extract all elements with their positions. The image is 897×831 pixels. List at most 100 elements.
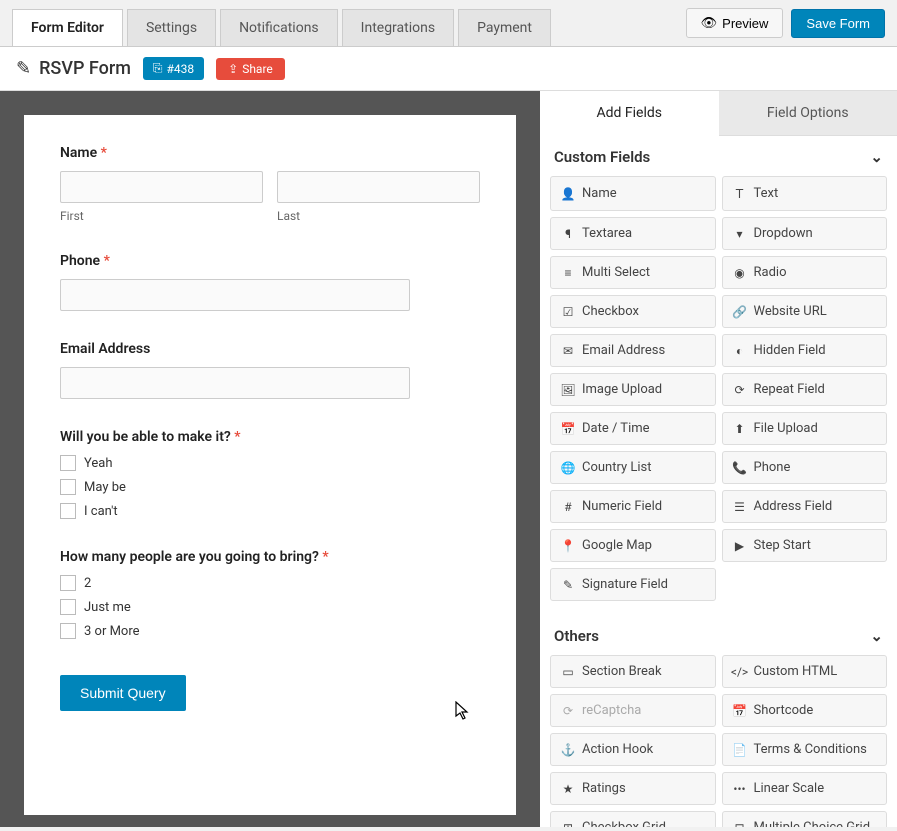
attend-option-0[interactable]: Yeah (60, 455, 480, 471)
repeat-icon: ⟳ (733, 383, 747, 397)
para-icon: ¶ (561, 227, 575, 241)
tab-add-fields[interactable]: Add Fields (540, 91, 719, 136)
star-icon: ★ (561, 782, 575, 796)
fieldbtn-ratings[interactable]: ★Ratings (550, 772, 716, 805)
tab-integrations[interactable]: Integrations (342, 9, 454, 46)
form-id-badge[interactable]: ⎘ #438 (143, 57, 204, 80)
fieldbtn-file-upload[interactable]: ⬆File Upload (722, 412, 888, 445)
fieldbtn-radio[interactable]: ◉Radio (722, 256, 888, 289)
addr-icon: ☰ (733, 500, 747, 514)
section-others[interactable]: Others ⌄ (550, 615, 887, 655)
field-btn-label: Step Start (754, 538, 811, 553)
others-title: Others (554, 627, 599, 645)
fieldbtn-textarea[interactable]: ¶Textarea (550, 217, 716, 250)
globe-icon: 🌐 (561, 461, 575, 475)
preview-button[interactable]: 👁 Preview (686, 8, 784, 38)
fieldbtn-multi-select[interactable]: ≡Multi Select (550, 256, 716, 289)
people-option-0[interactable]: 2 (60, 575, 480, 591)
name-label: Name * (60, 145, 480, 161)
fieldbtn-multiple-choice-grid[interactable]: ⊟ Multiple Choice Grid (722, 811, 888, 827)
right-panel: Add Fields Field Options Custom Fields ⌄… (540, 91, 897, 827)
checkbox-icon (60, 455, 76, 471)
field-btn-label: Text (754, 186, 779, 201)
fieldbtn-name[interactable]: 👤Name (550, 176, 716, 211)
fieldbtn-date-time[interactable]: 📅Date / Time (550, 412, 716, 445)
field-btn-label: Multiple Choice Grid (754, 820, 871, 827)
main-tabs: Form Editor Settings Notifications Integ… (12, 9, 551, 46)
last-sublabel: Last (277, 209, 480, 223)
fieldbtn-checkbox[interactable]: ☑Checkbox (550, 295, 716, 328)
field-btn-label: Email Address (582, 343, 665, 358)
copy-icon: ⎘ (153, 61, 163, 76)
attend-option-1[interactable]: May be (60, 479, 480, 495)
fieldbtn-country-list[interactable]: 🌐Country List (550, 451, 716, 484)
img-icon: 🖼 (561, 383, 575, 397)
tab-payment[interactable]: Payment (458, 9, 551, 46)
people-option-2[interactable]: 3 or More (60, 623, 480, 639)
email-label: Email Address (60, 341, 480, 357)
tab-field-options[interactable]: Field Options (719, 91, 897, 136)
first-name-input[interactable] (60, 171, 263, 203)
field-phone[interactable]: Phone * (60, 253, 480, 311)
panel-content: Custom Fields ⌄ 👤Name Ｔ Text ¶Textarea▾Drop… (540, 136, 897, 827)
right-tabs: Add Fields Field Options (540, 91, 897, 136)
fieldbtn-email-address[interactable]: ✉Email Address (550, 334, 716, 367)
submit-button[interactable]: Submit Query (60, 675, 186, 711)
fieldbtn-text[interactable]: Ｔ Text (722, 176, 888, 211)
fieldbtn-action-hook[interactable]: ⚓Action Hook (550, 733, 716, 766)
field-btn-label: Signature Field (582, 577, 668, 592)
fieldbtn-dropdown[interactable]: ▾Dropdown (722, 217, 888, 250)
tab-settings[interactable]: Settings (127, 9, 216, 46)
fieldbtn-phone[interactable]: 📞Phone (722, 451, 888, 484)
fieldbtn-numeric-field[interactable]: #Numeric Field (550, 490, 716, 523)
fieldbtn-checkbox-grid[interactable]: ⊞Checkbox Grid (550, 811, 716, 827)
text-icon: Ｔ (733, 185, 747, 202)
section-custom-fields[interactable]: Custom Fields ⌄ (550, 136, 887, 176)
fieldbtn-linear-scale[interactable]: •••Linear Scale (722, 772, 888, 805)
field-email[interactable]: Email Address (60, 341, 480, 399)
caret-icon: ▾ (733, 227, 747, 241)
link-icon: 🔗 (733, 305, 747, 319)
field-people[interactable]: How many people are you going to bring? … (60, 549, 480, 639)
fieldbtn-repeat-field[interactable]: ⟳Repeat Field (722, 373, 888, 406)
tab-form-editor[interactable]: Form Editor (12, 9, 123, 46)
checkbox-icon (60, 623, 76, 639)
fieldbtn-website-url[interactable]: 🔗 Website URL (722, 295, 888, 328)
fieldbtn-recaptcha: ⟳reCaptcha (550, 694, 716, 727)
fieldbtn-custom-html[interactable]: </>Custom HTML (722, 655, 888, 688)
field-name[interactable]: Name * First Last (60, 145, 480, 223)
pencil-icon[interactable]: ✎ (16, 58, 31, 79)
field-attend[interactable]: Will you be able to make it? * Yeah May … (60, 429, 480, 519)
last-name-input[interactable] (277, 171, 480, 203)
fieldbtn-address-field[interactable]: ☰Address Field (722, 490, 888, 523)
phone-input[interactable] (60, 279, 410, 311)
people-option-1[interactable]: Just me (60, 599, 480, 615)
form-canvas[interactable]: Name * First Last Phone * Email A (24, 115, 516, 815)
fieldbtn-hidden-field[interactable]: ◐Hidden Field (722, 334, 888, 367)
email-input[interactable] (60, 367, 410, 399)
mgrid-icon: ⊟ (733, 821, 747, 828)
fieldbtn-google-map[interactable]: 📍Google Map (550, 529, 716, 562)
attend-option-2[interactable]: I can't (60, 503, 480, 519)
fieldbtn-shortcode[interactable]: 📅Shortcode (722, 694, 888, 727)
field-btn-label: Shortcode (754, 703, 814, 718)
top-toolbar: Form Editor Settings Notifications Integ… (0, 0, 897, 47)
doc-icon: 📄 (733, 743, 747, 757)
fieldbtn-image-upload[interactable]: 🖼Image Upload (550, 373, 716, 406)
field-btn-label: Date / Time (582, 421, 650, 436)
sec-icon: ▭ (561, 665, 575, 679)
form-canvas-wrap: Name * First Last Phone * Email A (0, 91, 540, 827)
fieldbtn-step-start[interactable]: ▶Step Start (722, 529, 888, 562)
share-button[interactable]: ⇪ Share (216, 58, 285, 80)
pin-icon: 📍 (561, 539, 575, 553)
field-btn-label: Website URL (754, 304, 827, 319)
custom-fields-title: Custom Fields (554, 148, 650, 166)
tab-notifications[interactable]: Notifications (220, 9, 338, 46)
top-actions: 👁 Preview Save Form (686, 8, 885, 46)
save-form-button[interactable]: Save Form (791, 9, 885, 38)
fieldbtn-terms-conditions[interactable]: 📄Terms & Conditions (722, 733, 888, 766)
fieldbtn-signature-field[interactable]: ✎ Signature Field (550, 568, 716, 601)
sig-icon: ✎ (561, 578, 575, 592)
field-btn-label: Multi Select (582, 265, 650, 280)
fieldbtn-section-break[interactable]: ▭Section Break (550, 655, 716, 688)
